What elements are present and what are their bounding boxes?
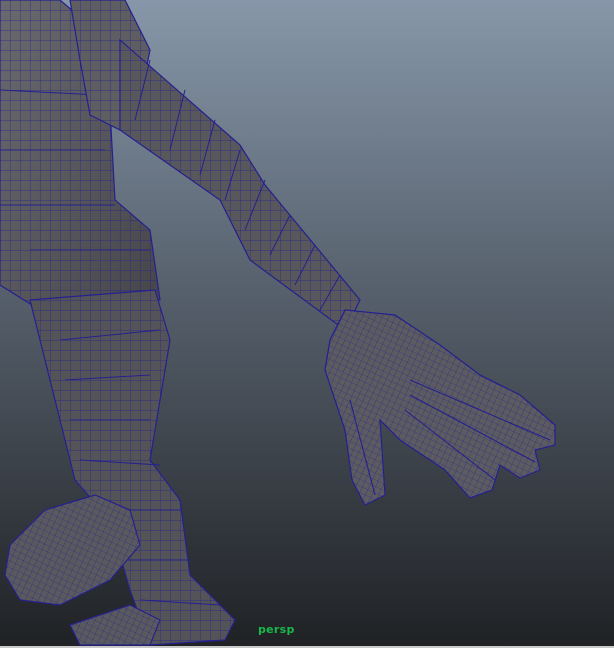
3d-viewport[interactable]: persp bbox=[0, 0, 614, 648]
viewport-canvas[interactable] bbox=[0, 0, 614, 648]
camera-name-label: persp bbox=[258, 623, 295, 636]
